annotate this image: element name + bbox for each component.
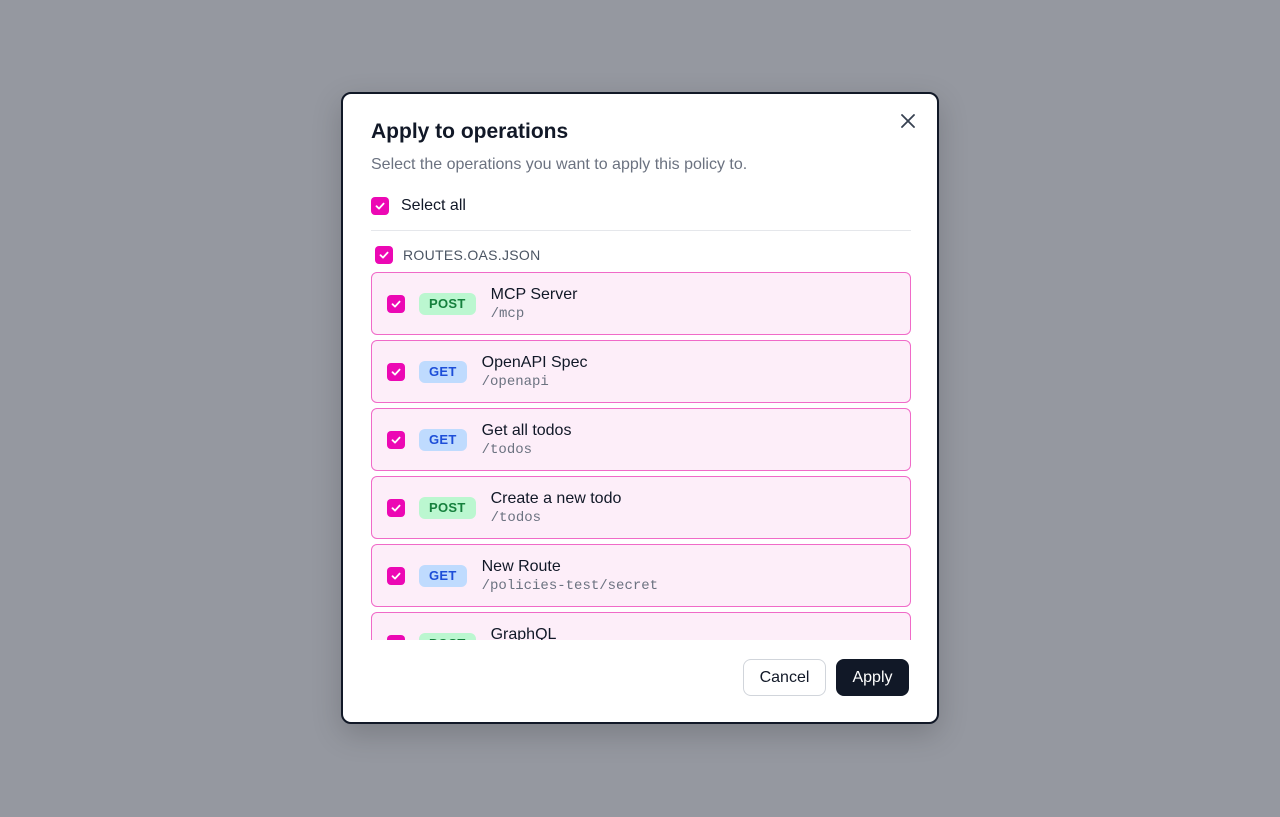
dialog-subtitle: Select the operations you want to apply … <box>371 156 748 173</box>
operation-path: /policies-test/secret <box>481 577 659 594</box>
operation-row[interactable]: POST MCP Server/mcp <box>371 272 911 335</box>
operation-name: OpenAPI Spec <box>481 353 588 371</box>
group-checkbox[interactable]: ROUTES.OAS.JSON <box>371 241 911 269</box>
method-badge: GET <box>419 564 467 587</box>
operation-row[interactable]: GET Get all todos/todos <box>371 408 911 471</box>
operation-row[interactable]: GET OpenAPI Spec/openapi <box>371 340 911 403</box>
checkbox-checked-icon[interactable] <box>387 566 405 585</box>
operation-path: /openapi <box>481 373 549 390</box>
checkbox-checked-icon[interactable] <box>387 634 405 640</box>
checkbox-checked-icon[interactable] <box>375 246 393 264</box>
operation-text: New Route/policies-test/secret <box>482 558 658 594</box>
operation-name: Get all todos <box>481 421 572 439</box>
operation-text: Create a new todo/todos <box>491 490 622 526</box>
operation-name: Create a new todo <box>490 489 622 507</box>
operation-row[interactable]: GET New Route/policies-test/secret <box>371 544 911 607</box>
operation-text: MCP Server/mcp <box>491 286 578 322</box>
operation-text: Get all todos/todos <box>482 422 572 458</box>
operation-name: GraphQL <box>490 625 557 641</box>
apply-operations-dialog: Apply to operations Select the operation… <box>341 92 939 724</box>
checkbox-checked-icon[interactable] <box>387 430 405 449</box>
close-button[interactable] <box>897 112 919 134</box>
dialog-title: Apply to operations <box>371 120 569 143</box>
operation-row[interactable]: POST Create a new todo/todos <box>371 476 911 539</box>
operation-text: OpenAPI Spec/openapi <box>482 354 588 390</box>
method-badge: POST <box>419 632 476 640</box>
operation-path: /todos <box>490 509 542 526</box>
operations-group: POST MCP Server/mcp GET OpenAPI Spec/openap… <box>371 272 911 640</box>
operations-list[interactable]: ROUTES.OAS.JSON POST MCP Server/mcp GET Ope… <box>371 241 911 640</box>
method-badge: POST <box>419 292 476 315</box>
checkbox-checked-icon[interactable] <box>387 362 405 381</box>
method-badge: GET <box>419 428 467 451</box>
select-all-label: Select all <box>401 197 466 214</box>
group-label: ROUTES.OAS.JSON <box>403 247 541 263</box>
close-icon <box>901 113 915 133</box>
checkbox-checked-icon[interactable] <box>387 294 405 313</box>
cancel-button[interactable]: Cancel <box>743 659 826 696</box>
operation-path: /mcp <box>490 305 525 322</box>
select-all-checkbox[interactable]: Select all <box>371 197 466 215</box>
method-badge: POST <box>419 496 476 519</box>
operation-path: /todos <box>481 441 533 458</box>
operation-name: MCP Server <box>490 285 578 303</box>
apply-button[interactable]: Apply <box>836 659 909 696</box>
operation-row[interactable]: POST GraphQL/graphql <box>371 612 911 640</box>
checkbox-checked-icon[interactable] <box>387 498 405 517</box>
dialog-footer: Cancel Apply <box>743 659 909 696</box>
operation-name: New Route <box>481 557 561 575</box>
divider <box>371 230 911 231</box>
operation-text: GraphQL/graphql <box>491 626 558 641</box>
checkbox-checked-icon[interactable] <box>371 197 389 215</box>
method-badge: GET <box>419 360 467 383</box>
